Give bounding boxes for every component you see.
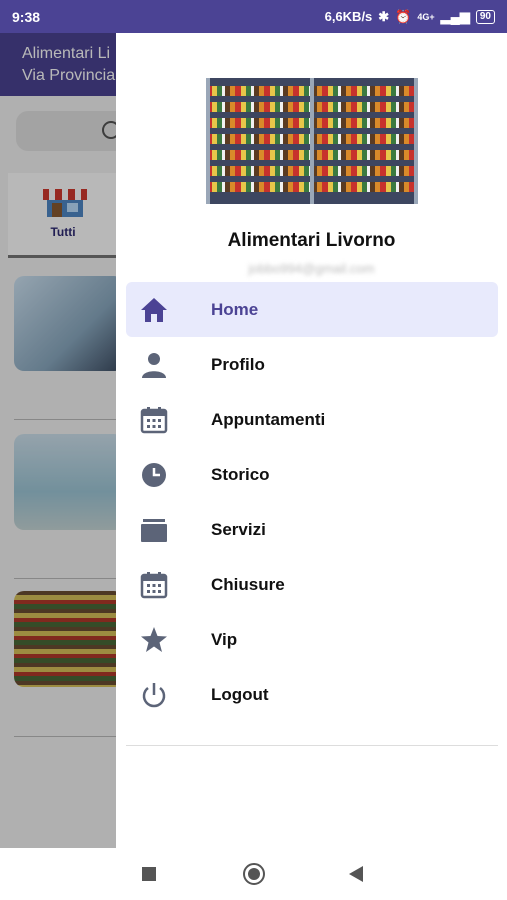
menu-item-label: Servizi <box>211 519 266 539</box>
menu-item-label: Appuntamenti <box>211 409 326 429</box>
menu-item-label: Chiusure <box>211 574 285 594</box>
box-icon <box>140 516 168 544</box>
status-bar: 9:38 6,6KB/s ✱ ⏰ 4G+ ▂▄▆ 90 <box>0 0 507 33</box>
bluetooth-icon: ✱ <box>378 8 390 24</box>
menu-item-profilo[interactable]: Profilo <box>126 337 498 392</box>
store-email: jobbo994@gmail.com <box>248 261 375 276</box>
drawer-menu: Home Profilo Appuntamenti Storico Serviz… <box>126 282 498 722</box>
home-nav-icon[interactable] <box>243 863 265 885</box>
menu-item-chiusure[interactable]: Chiusure <box>126 557 498 612</box>
system-nav-bar <box>0 848 507 900</box>
menu-item-servizi[interactable]: Servizi <box>126 502 498 557</box>
calendar-icon <box>140 571 168 599</box>
calendar-icon <box>140 406 168 434</box>
person-icon <box>140 351 168 379</box>
menu-item-appuntamenti[interactable]: Appuntamenti <box>126 392 498 447</box>
star-icon <box>140 626 168 654</box>
drawer-divider <box>126 745 498 746</box>
signal-label: 4G+ <box>417 11 435 22</box>
alarm-icon: ⏰ <box>395 8 412 24</box>
menu-item-label: Vip <box>211 629 238 649</box>
menu-item-storico[interactable]: Storico <box>126 447 498 502</box>
power-icon <box>140 681 168 709</box>
menu-item-label: Profilo <box>211 354 265 374</box>
signal-icon: ▂▄▆ <box>440 8 470 24</box>
menu-item-label: Home <box>211 299 259 319</box>
home-icon <box>140 296 168 324</box>
menu-item-home[interactable]: Home <box>126 282 498 337</box>
status-time: 9:38 <box>12 8 41 25</box>
network-speed: 6,6KB/s <box>324 9 373 24</box>
menu-item-label: Logout <box>211 684 269 704</box>
navigation-drawer: Alimentari Livorno jobbo994@gmail.com Ho… <box>116 33 507 848</box>
store-name: Alimentari Livorno <box>227 230 396 251</box>
menu-item-vip[interactable]: Vip <box>126 612 498 667</box>
clock-icon <box>140 461 168 489</box>
recents-icon[interactable] <box>142 867 156 881</box>
battery-icon: 90 <box>475 9 495 24</box>
store-image <box>206 78 418 204</box>
menu-item-logout[interactable]: Logout <box>126 667 498 722</box>
menu-item-label: Storico <box>211 464 270 484</box>
back-icon[interactable] <box>349 866 363 882</box>
